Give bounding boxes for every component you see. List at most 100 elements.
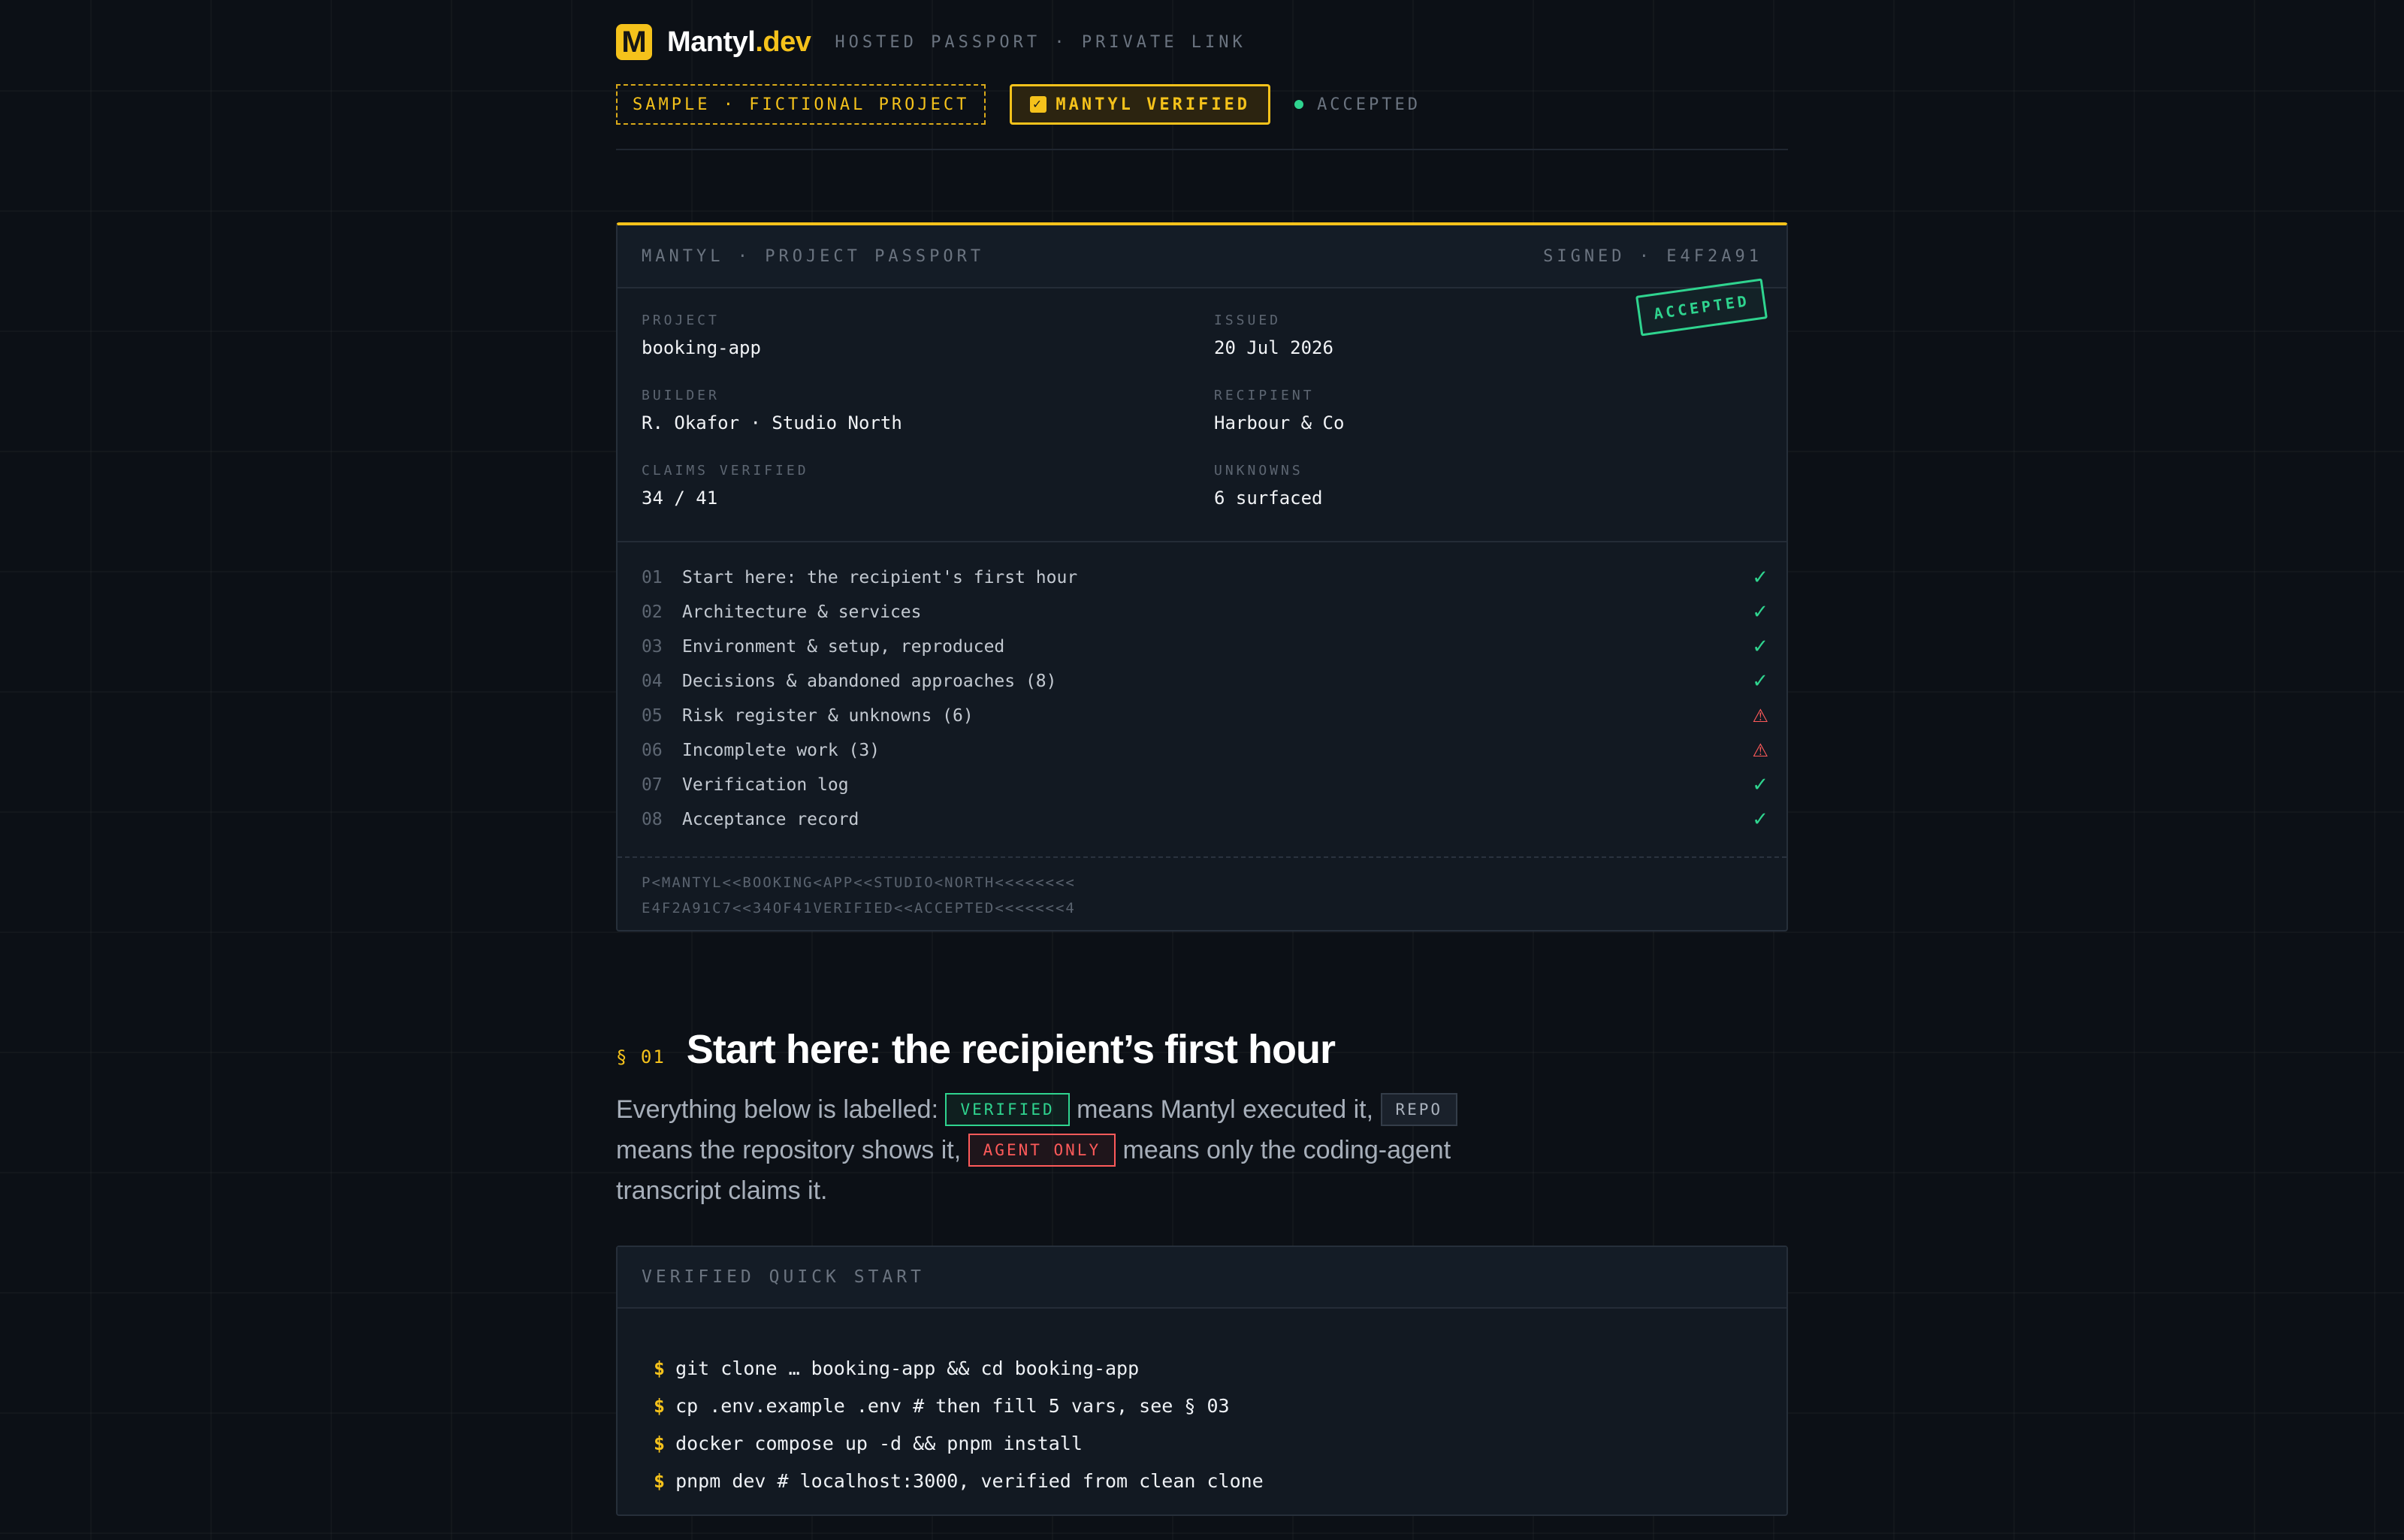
mrz-line-2: E4F2A91C7<<34OF41VERIFIED<<ACCEPTED<<<<<… <box>642 900 1076 916</box>
field-label: PROJECT <box>642 313 720 328</box>
section-number: § 01 <box>616 1046 666 1067</box>
toc-title: Risk register & unknowns (6) <box>682 706 974 726</box>
accepted-status-label: ACCEPTED <box>1317 95 1421 114</box>
toc-number: 04 <box>642 672 663 691</box>
toc-number: 06 <box>642 741 663 760</box>
check-icon: ✓ <box>1752 566 1768 589</box>
toc-number: 02 <box>642 602 663 622</box>
passport-title: MANTYL · PROJECT PASSPORT <box>642 246 985 266</box>
passport-signature: SIGNED · E4F2A91 <box>1543 246 1762 266</box>
passport-header: MANTYL · PROJECT PASSPORT SIGNED · E4F2A… <box>618 225 1786 288</box>
section-title: Start here: the recipient’s first hour <box>686 1027 1336 1072</box>
warning-icon: ⚠ <box>1752 705 1768 726</box>
toc-number: 07 <box>642 775 663 795</box>
section-heading: § 01 Start here: the recipient’s first h… <box>616 1026 1336 1073</box>
toc-item[interactable]: 05 Risk register & unknowns (6) ⚠ <box>642 699 1768 733</box>
check-icon: ✓ <box>1752 808 1768 831</box>
field-value: booking-app <box>642 337 761 358</box>
field-value: R. Okafor · Studio North <box>642 412 902 433</box>
command-text: cp .env.example .env # then fill 5 vars,… <box>675 1394 1230 1417</box>
agent-only-tag: AGENT ONLY <box>968 1134 1116 1167</box>
toc-title: Architecture & services <box>682 602 922 622</box>
field-label: UNKNOWNS <box>1214 463 1303 479</box>
verified-badge-label: MANTYL VERIFIED <box>1056 95 1251 114</box>
toc-number: 05 <box>642 706 663 726</box>
verified-tag: VERIFIED <box>945 1093 1070 1126</box>
machine-readable-zone: P<MANTYL<<BOOKING<APP<<STUDIO<NORTH<<<<<… <box>618 856 1786 932</box>
toc-title: Acceptance record <box>682 810 859 829</box>
prompt-symbol: $ <box>654 1394 666 1417</box>
field-project: PROJECT booking-app <box>642 313 761 358</box>
intro-text: Everything below is labelled: <box>616 1095 946 1124</box>
toc-title: Environment & setup, reproduced <box>682 637 1005 657</box>
passport-divider <box>618 541 1786 542</box>
field-value: Harbour & Co <box>1214 412 1345 433</box>
topbar: M Mantyl.dev HOSTED PASSPORT · PRIVATE L… <box>616 23 1246 62</box>
checkbox-icon: ✓ <box>1030 96 1047 113</box>
field-label: CLAIMS VERIFIED <box>642 463 809 479</box>
prompt-symbol: $ <box>654 1469 666 1492</box>
command-list: $ git clone … booking-app && cd booking-a… <box>618 1309 1786 1540</box>
toc-number: 01 <box>642 568 663 587</box>
toc-number: 03 <box>642 637 663 657</box>
prompt-symbol: $ <box>654 1357 666 1379</box>
check-icon: ✓ <box>1752 774 1768 796</box>
intro-text: means the repository shows it, <box>616 1136 968 1164</box>
tagline: HOSTED PASSPORT · PRIVATE LINK <box>835 32 1246 52</box>
mrz-line-1: P<MANTYL<<BOOKING<APP<<STUDIO<NORTH<<<<<… <box>642 874 1076 891</box>
repo-tag: REPO <box>1380 1093 1458 1126</box>
warning-icon: ⚠ <box>1752 740 1768 761</box>
field-label: ISSUED <box>1214 313 1282 328</box>
toc-title: Verification log <box>682 775 849 795</box>
quick-start-title: VERIFIED QUICK START <box>642 1267 925 1287</box>
check-icon: ✓ <box>1752 601 1768 624</box>
prompt-symbol: $ <box>654 1432 666 1454</box>
section-intro: Everything below is labelled: VERIFIED m… <box>616 1089 1518 1211</box>
project-passport-card: MANTYL · PROJECT PASSPORT SIGNED · E4F2A… <box>616 222 1788 932</box>
field-builder: BUILDER R. Okafor · Studio North <box>642 388 902 433</box>
toc-item[interactable]: 03 Environment & setup, reproduced ✓ <box>642 630 1768 664</box>
check-icon: ✓ <box>1752 636 1768 658</box>
command-text: docker compose up -d && pnpm install <box>675 1432 1083 1454</box>
command-line[interactable]: $ docker compose up -d && pnpm install <box>654 1424 1750 1462</box>
field-issued: ISSUED 20 Jul 2026 <box>1214 313 1333 358</box>
brand-name[interactable]: Mantyl.dev <box>667 26 811 59</box>
field-unknowns: UNKNOWNS 6 surfaced <box>1214 463 1323 509</box>
logo-icon[interactable]: M <box>616 24 652 60</box>
quick-start-card: VERIFIED QUICK START $ git clone … bookin… <box>616 1246 1788 1516</box>
intro-text: means Mantyl executed it, <box>1069 1095 1381 1124</box>
passport-toc: 01 Start here: the recipient's first hour… <box>642 560 1768 837</box>
toc-item[interactable]: 07 Verification log ✓ <box>642 768 1768 802</box>
status-dot-icon <box>1294 100 1304 109</box>
toc-item[interactable]: 08 Acceptance record ✓ <box>642 802 1768 837</box>
check-icon: ✓ <box>1752 670 1768 693</box>
toc-title: Decisions & abandoned approaches (8) <box>682 672 1057 691</box>
header-divider <box>616 149 1788 150</box>
toc-item[interactable]: 06 Incomplete work (3) ⚠ <box>642 733 1768 768</box>
command-line[interactable]: $ pnpm dev # localhost:3000, verified fro… <box>654 1462 1750 1499</box>
toc-item[interactable]: 01 Start here: the recipient's first hour… <box>642 560 1768 595</box>
badge-row: SAMPLE · FICTIONAL PROJECT ✓ MANTYL VERI… <box>616 84 1421 125</box>
field-value: 20 Jul 2026 <box>1214 337 1333 358</box>
field-label: BUILDER <box>642 388 720 403</box>
accepted-status: ACCEPTED <box>1294 95 1421 114</box>
toc-title: Start here: the recipient's first hour <box>682 568 1078 587</box>
field-label: RECIPIENT <box>1214 388 1315 403</box>
field-value: 6 surfaced <box>1214 488 1323 509</box>
command-line[interactable]: $ git clone … booking-app && cd booking-a… <box>654 1349 1750 1387</box>
toc-title: Incomplete work (3) <box>682 741 880 760</box>
quick-start-header: VERIFIED QUICK START <box>618 1247 1786 1309</box>
command-text: pnpm dev # localhost:3000, verified from… <box>675 1469 1264 1492</box>
brand-tld: .dev <box>755 26 811 58</box>
toc-item[interactable]: 02 Architecture & services ✓ <box>642 595 1768 630</box>
command-line[interactable]: $ cp .env.example .env # then fill 5 vars… <box>654 1387 1750 1424</box>
sample-badge: SAMPLE · FICTIONAL PROJECT <box>616 84 986 125</box>
field-recipient: RECIPIENT Harbour & Co <box>1214 388 1344 433</box>
verified-badge: ✓ MANTYL VERIFIED <box>1010 84 1271 125</box>
field-value: 34 / 41 <box>642 488 718 509</box>
command-text: git clone … booking-app && cd booking-ap… <box>675 1357 1140 1379</box>
field-claims-verified: CLAIMS VERIFIED 34 / 41 <box>642 463 809 509</box>
brand-name-text: Mantyl <box>667 26 756 58</box>
toc-item[interactable]: 04 Decisions & abandoned approaches (8) ✓ <box>642 664 1768 699</box>
toc-number: 08 <box>642 810 663 829</box>
